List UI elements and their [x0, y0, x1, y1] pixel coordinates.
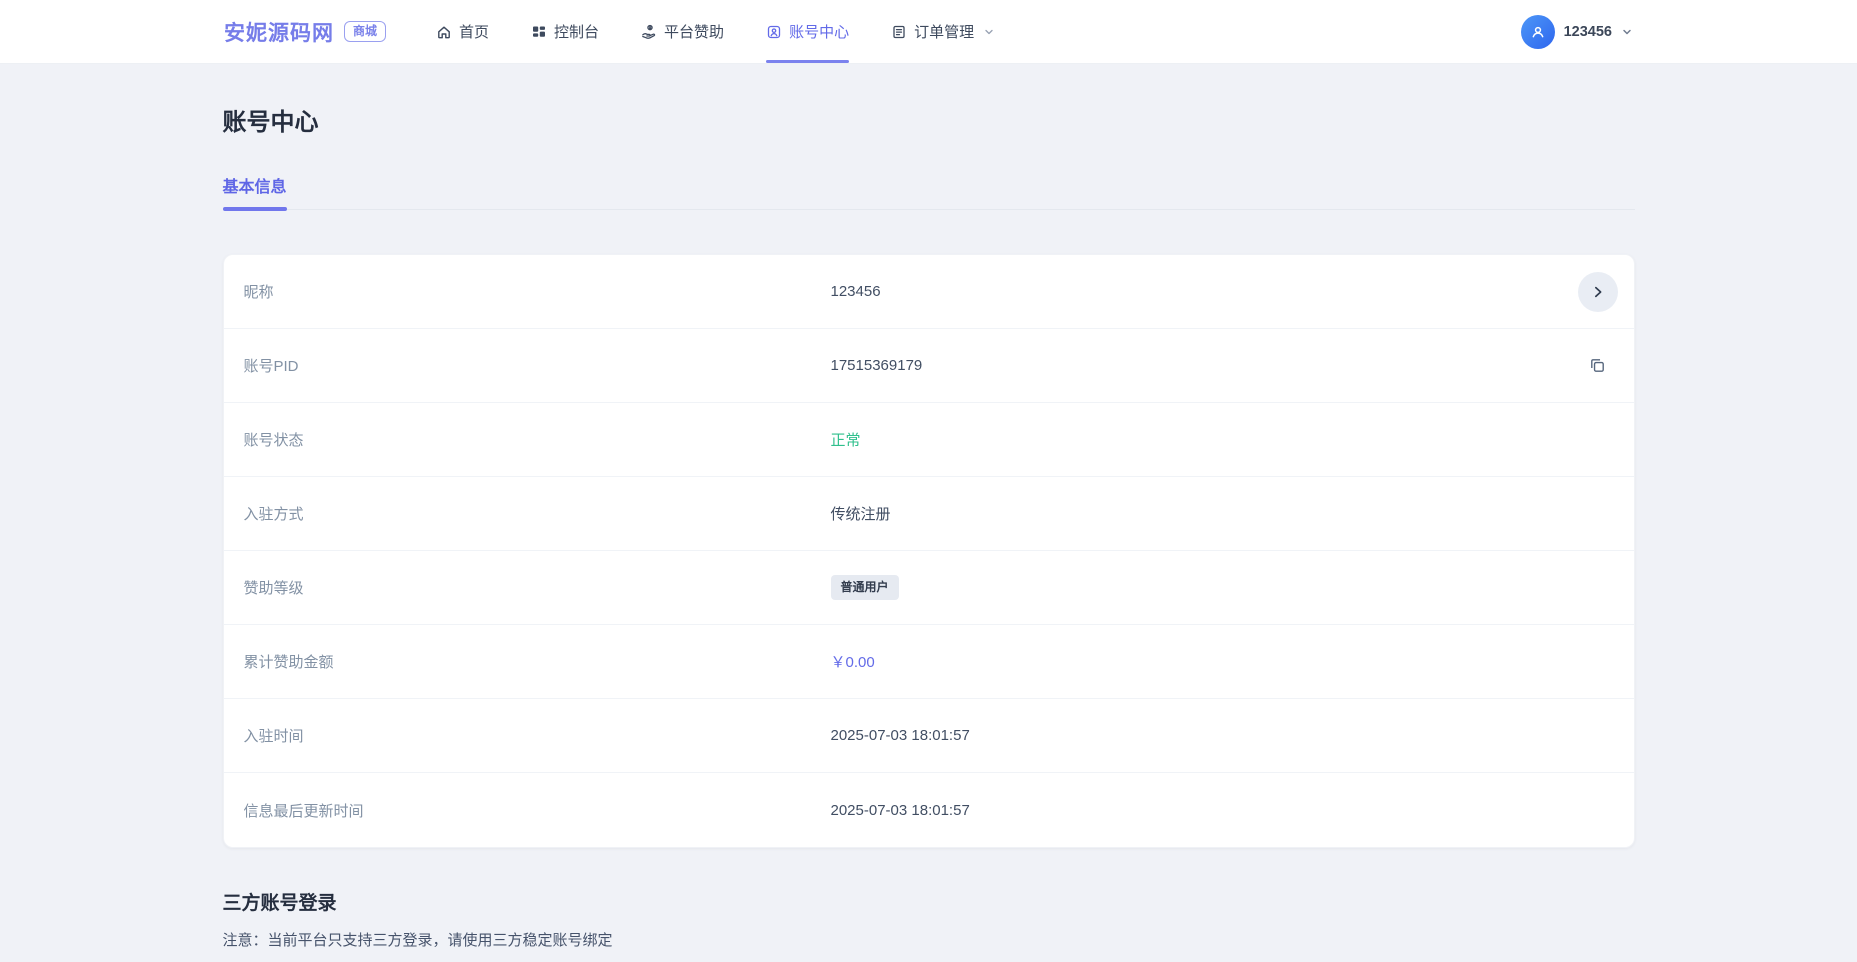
chevron-down-icon [1621, 26, 1633, 38]
info-row-label: 账号PID [244, 355, 831, 376]
status-text: 正常 [831, 429, 861, 450]
info-row-value: 2025-07-03 18:01:57 [831, 802, 970, 819]
nav-item-console[interactable]: 控制台 [531, 0, 599, 64]
top-header: 安妮源码网 商城 首页 控制台 平台赞助 账号中心 [0, 0, 1857, 64]
info-row-label: 入驻方式 [244, 503, 831, 524]
nav-item-sponsor[interactable]: 平台赞助 [641, 0, 724, 64]
tab-bar: 基本信息 [223, 173, 1635, 210]
user-menu[interactable]: 123456 [1521, 15, 1633, 49]
info-row-value: 17515369179 [831, 357, 923, 374]
nav-item-home[interactable]: 首页 [436, 0, 489, 64]
sponsor-amount: ￥0.00 [831, 651, 875, 672]
info-row-label: 信息最后更新时间 [244, 800, 831, 821]
info-row-sponsor-level: 赞助等级 普通用户 [224, 551, 1634, 625]
page-title: 账号中心 [223, 102, 1635, 137]
info-row-label: 赞助等级 [244, 577, 831, 598]
logo-badge: 商城 [344, 21, 386, 43]
order-list-icon [891, 24, 907, 40]
info-row-value: 123456 [831, 283, 881, 300]
info-row-value: 2025-07-03 18:01:57 [831, 727, 970, 744]
nav-item-label: 首页 [459, 21, 489, 42]
nav-item-label: 控制台 [554, 21, 599, 42]
main-content: 账号中心 基本信息 昵称 123456 账号PID 17515369179 账号… [223, 102, 1635, 962]
third-party-note: 注意：当前平台只支持三方登录，请使用三方稳定账号绑定 [223, 929, 1635, 950]
avatar [1521, 15, 1555, 49]
info-row-label: 账号状态 [244, 429, 831, 450]
info-row-status: 账号状态 正常 [224, 403, 1634, 477]
user-name: 123456 [1564, 24, 1612, 40]
nav-item-label: 账号中心 [789, 21, 849, 42]
sponsor-level-badge: 普通用户 [831, 575, 899, 599]
basic-info-card: 昵称 123456 账号PID 17515369179 账号状态 正常 入驻方式… [223, 254, 1635, 848]
logo[interactable]: 安妮源码网 商城 [224, 17, 386, 47]
logo-text: 安妮源码网 [224, 17, 334, 47]
info-row-pid: 账号PID 17515369179 [224, 329, 1634, 403]
home-icon [436, 24, 452, 40]
hand-coin-icon [641, 24, 657, 40]
info-row-label: 入驻时间 [244, 725, 831, 746]
info-row-value: 传统注册 [831, 503, 891, 524]
info-row-nickname: 昵称 123456 [224, 255, 1634, 329]
third-party-section-title: 三方账号登录 [223, 888, 1635, 915]
account-card-icon [766, 24, 782, 40]
dashboard-grid-icon [531, 24, 547, 40]
edit-nickname-button[interactable] [1578, 272, 1618, 312]
main-nav: 首页 控制台 平台赞助 账号中心 订单管理 [436, 0, 995, 64]
tab-basic-info[interactable]: 基本信息 [223, 173, 287, 209]
info-row-sponsor-amount: 累计赞助金额 ￥0.00 [224, 625, 1634, 699]
info-row-register-time: 入驻时间 2025-07-03 18:01:57 [224, 699, 1634, 773]
info-row-label: 累计赞助金额 [244, 651, 831, 672]
nav-item-account-center[interactable]: 账号中心 [766, 0, 849, 64]
person-icon [1528, 22, 1548, 42]
info-row-updated-time: 信息最后更新时间 2025-07-03 18:01:57 [224, 773, 1634, 847]
nav-item-label: 订单管理 [914, 21, 974, 42]
info-row-register-method: 入驻方式 传统注册 [224, 477, 1634, 551]
chevron-down-icon [981, 26, 995, 38]
nav-item-label: 平台赞助 [664, 21, 724, 42]
copy-pid-button[interactable] [1588, 356, 1607, 375]
nav-item-orders[interactable]: 订单管理 [891, 0, 995, 64]
chevron-right-icon [1591, 285, 1605, 299]
info-row-label: 昵称 [244, 281, 831, 302]
copy-icon [1588, 356, 1607, 375]
